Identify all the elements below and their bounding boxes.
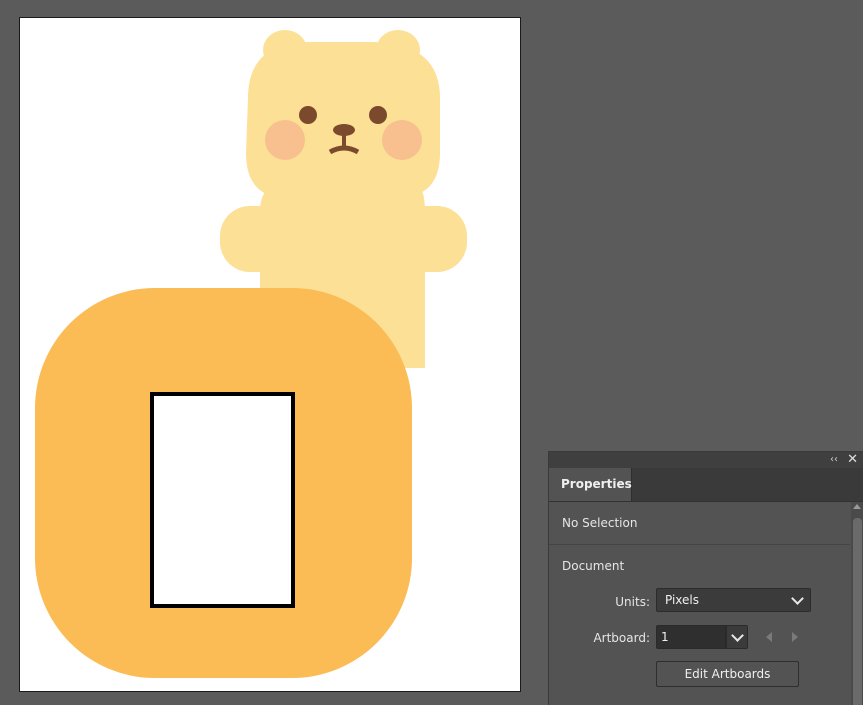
panel-title-bar[interactable]: ‹‹ ✕ [549,452,863,468]
selection-status: No Selection [562,516,638,530]
white-rectangle[interactable] [150,392,295,608]
next-artboard-icon[interactable] [792,632,798,642]
artboard[interactable] [19,17,521,692]
bear-right-cheek [382,120,422,160]
artboard-label: Artboard: [593,631,650,645]
bear-left-cheek [265,120,305,160]
scroll-up-arrow-icon[interactable] [853,504,861,509]
chevron-down-icon [731,629,744,642]
bear-right-eye [369,106,387,124]
edit-artboards-button[interactable]: Edit Artboards [656,661,799,687]
panel-tab-row: Properties [549,468,863,502]
units-value: Pixels [665,593,700,607]
units-label: Units: [615,595,650,609]
bear-left-eye [299,106,317,124]
artboard-number-field[interactable]: 1 [656,625,726,649]
close-icon[interactable]: ✕ [847,452,858,468]
tab-properties[interactable]: Properties [549,468,632,501]
artboard-dropdown-button[interactable] [726,625,748,649]
chevron-down-icon [791,592,804,605]
scroll-thumb[interactable] [853,518,862,705]
units-dropdown[interactable]: Pixels [656,588,811,612]
section-divider [549,544,850,545]
previous-artboard-icon[interactable] [766,632,772,642]
artboard-canvas[interactable] [20,18,520,691]
properties-panel: ‹‹ ✕ Properties No Selection Document Un… [548,451,863,705]
document-section-title: Document [562,559,625,573]
collapse-panel-icon[interactable]: ‹‹ [830,453,838,467]
bear-head [246,42,440,198]
